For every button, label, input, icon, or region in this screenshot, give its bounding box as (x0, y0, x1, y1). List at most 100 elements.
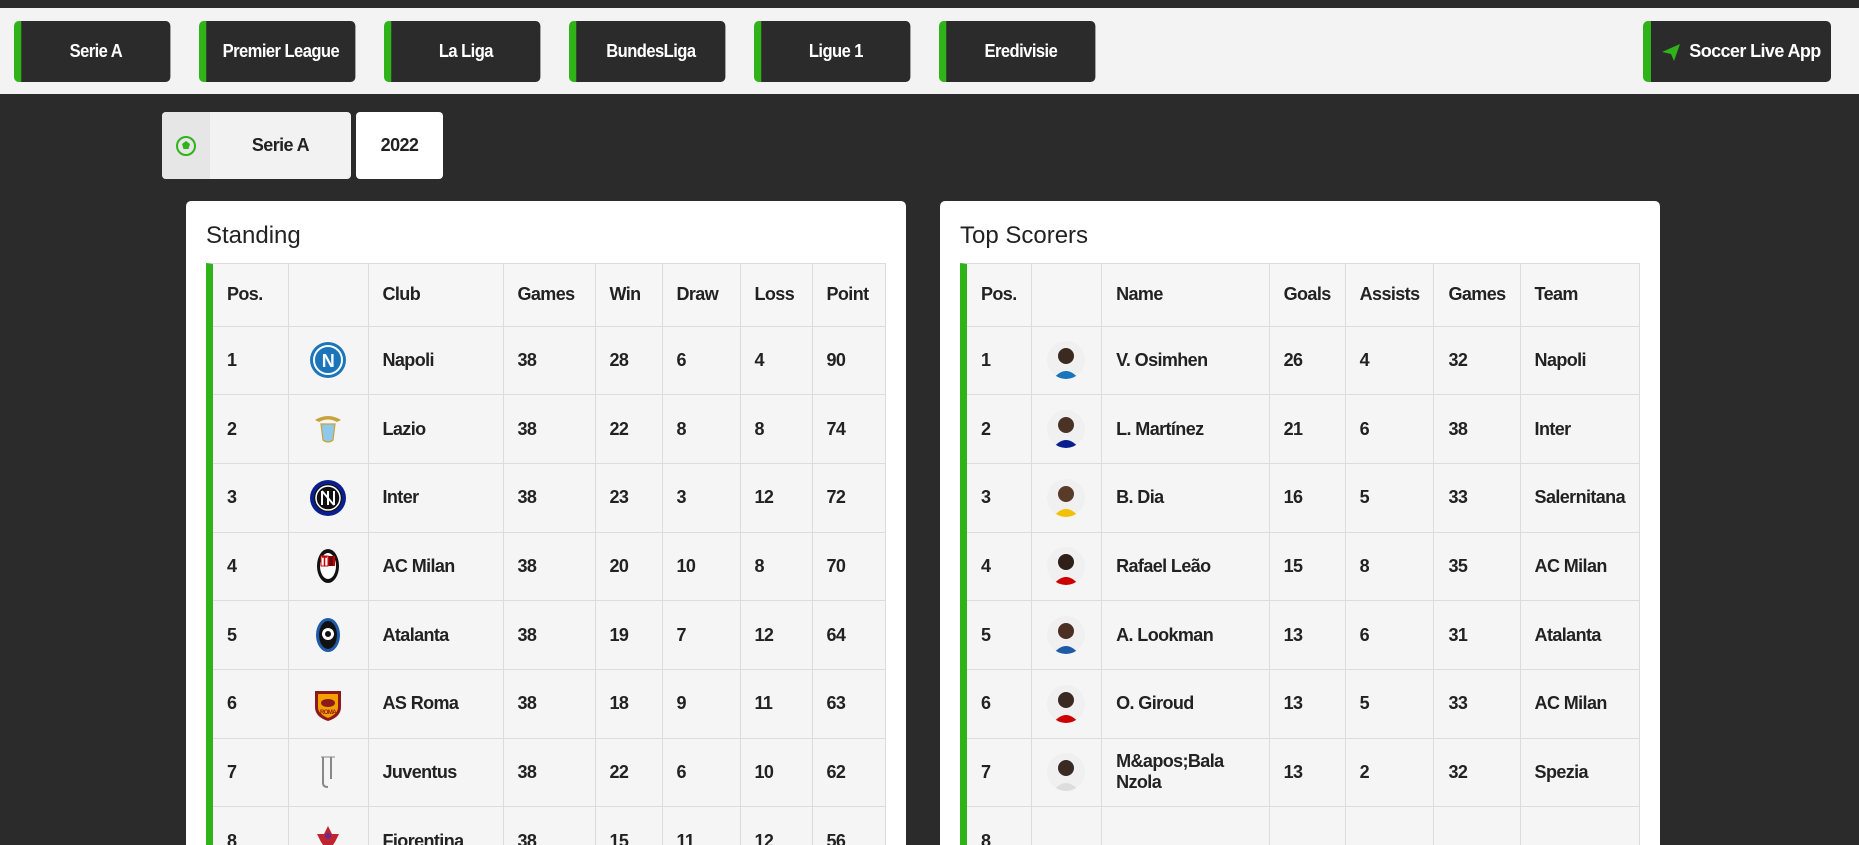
standing-row[interactable]: 6 ROMA AS Roma 38 18 9 11 63 (213, 669, 885, 739)
scorer-row[interactable]: 1 V. Osimhen 26 4 32 Napoli (967, 326, 1639, 396)
standing-pos: 5 (213, 600, 289, 670)
scorer-row[interactable]: 4 Rafael Leão 15 8 35 AC Milan (967, 532, 1639, 602)
club-logo-cell (288, 532, 369, 602)
player-photo-cell (1031, 600, 1103, 670)
col-club: Club (368, 264, 504, 327)
standing-club: Inter (368, 463, 504, 533)
standing-row[interactable]: 1 N Napoli 38 28 6 4 90 (213, 326, 885, 396)
standing-win: 28 (595, 326, 663, 396)
standing-pos: 4 (213, 532, 289, 602)
col-photo (1031, 264, 1103, 327)
top-scorers-title: Top Scorers (960, 222, 1089, 249)
standing-point: 70 (812, 532, 885, 602)
col-draw: Draw (662, 264, 741, 327)
club-logo-cell (288, 600, 369, 670)
scorer-goals: 26 (1269, 326, 1346, 396)
standing-win: 19 (595, 600, 663, 670)
col-point: Point (812, 264, 885, 327)
standing-card: Standing Pos. Club Games Win Draw Loss P… (186, 201, 906, 845)
standing-point: 62 (812, 738, 885, 808)
standing-games: 38 (503, 394, 596, 464)
club-logo-cell: N (288, 326, 369, 396)
standing-row[interactable]: 8 Fiorentina 38 15 11 12 56 (213, 806, 885, 845)
scorer-row[interactable]: 7 M&apos;Bala Nzola 13 2 32 Spezia (967, 738, 1639, 808)
scorer-name: Rafael Leão (1101, 532, 1270, 602)
soccer-live-app-button[interactable]: Soccer Live App (1643, 21, 1831, 82)
standing-games: 38 (503, 463, 596, 533)
nav-ligue-1-label: Ligue 1 (808, 41, 864, 61)
standing-pos: 1 (213, 326, 289, 396)
standing-row[interactable]: 4 AC Milan 38 20 10 8 70 (213, 532, 885, 602)
standing-loss: 12 (740, 806, 813, 845)
scorer-games: 33 (1433, 669, 1521, 739)
top-strip (0, 0, 1859, 8)
nav-serie-a-button[interactable]: Serie A (14, 21, 171, 82)
standing-win: 15 (595, 806, 663, 845)
standing-pos: 2 (213, 394, 289, 464)
league-selector[interactable]: Serie A (162, 112, 351, 179)
scorer-row[interactable]: 6 O. Giroud 13 5 33 AC Milan (967, 669, 1639, 739)
standing-draw: 9 (662, 669, 741, 739)
standing-club: AS Roma (368, 669, 504, 739)
scorer-name: A. Lookman (1101, 600, 1270, 670)
scorer-name: V. Osimhen (1101, 326, 1270, 396)
scorer-assists: 5 (1345, 463, 1435, 533)
scorer-games: 32 (1433, 738, 1521, 808)
standing-pos: 3 (213, 463, 289, 533)
standing-row[interactable]: 2 Lazio 38 22 8 8 74 (213, 394, 885, 464)
nav-la-liga-button[interactable]: La Liga (384, 21, 541, 82)
player-photo-cell (1031, 532, 1103, 602)
svg-text:ROMA: ROMA (320, 710, 337, 716)
col-pos: Pos. (967, 264, 1032, 327)
scorer-row[interactable]: 8 (967, 806, 1639, 845)
scorer-name: M&apos;Bala Nzola (1101, 738, 1270, 808)
col-games: Games (1433, 264, 1521, 327)
standing-row[interactable]: 3 Inter 38 23 3 12 72 (213, 463, 885, 533)
standing-loss: 4 (740, 326, 813, 396)
standing-row[interactable]: 5 Atalanta 38 19 7 12 64 (213, 600, 885, 670)
standing-games: 38 (503, 326, 596, 396)
scorer-pos: 4 (967, 532, 1032, 602)
soccer-ball-icon (162, 112, 210, 179)
col-assists: Assists (1345, 264, 1435, 327)
scorers-header-row: Pos. Name Goals Assists Games Team (967, 264, 1639, 327)
nav-eredivisie-button[interactable]: Eredivisie (939, 21, 1096, 82)
scorer-goals: 13 (1269, 738, 1346, 808)
player-photo-cell (1031, 669, 1103, 739)
standing-draw: 6 (662, 738, 741, 808)
scorer-row[interactable]: 2 L. Martínez 21 6 38 Inter (967, 394, 1639, 464)
scorer-team: AC Milan (1520, 669, 1639, 739)
scorer-goals: 15 (1269, 532, 1346, 602)
player-avatar (1047, 616, 1086, 655)
scorer-games (1433, 806, 1521, 845)
scorers-table: Pos. Name Goals Assists Games Team 1 V. O… (967, 264, 1639, 845)
scorer-row[interactable]: 3 B. Dia 16 5 33 Salernitana (967, 463, 1639, 533)
scorer-row[interactable]: 5 A. Lookman 13 6 31 Atalanta (967, 600, 1639, 670)
scorer-games: 32 (1433, 326, 1521, 396)
col-loss: Loss (740, 264, 813, 327)
nav-bundesliga-button[interactable]: BundesLiga (569, 21, 726, 82)
col-name: Name (1101, 264, 1270, 327)
nav-premier-league-button[interactable]: Premier League (199, 21, 356, 82)
player-avatar (1047, 341, 1086, 380)
standing-win: 18 (595, 669, 663, 739)
standing-loss: 11 (740, 669, 813, 739)
standing-draw: 3 (662, 463, 741, 533)
lazio-logo (309, 410, 347, 448)
inter-logo (309, 479, 347, 517)
scorer-team: Napoli (1520, 326, 1639, 396)
season-year-selector[interactable]: 2022 (356, 112, 443, 179)
col-logo (288, 264, 369, 327)
atalanta-logo (309, 616, 347, 654)
standing-draw: 8 (662, 394, 741, 464)
scorer-goals: 16 (1269, 463, 1346, 533)
standing-table-wrap: Pos. Club Games Win Draw Loss Point 1 N Na… (206, 263, 886, 845)
standing-draw: 11 (662, 806, 741, 845)
club-logo-cell (288, 394, 369, 464)
soccer-live-app-label: Soccer Live App (1689, 41, 1821, 61)
club-logo-cell: ROMA (288, 669, 369, 739)
standing-row[interactable]: 7 Juventus 38 22 6 10 62 (213, 738, 885, 808)
standing-games: 38 (503, 806, 596, 845)
nav-ligue-1-button[interactable]: Ligue 1 (754, 21, 911, 82)
scorer-pos: 6 (967, 669, 1032, 739)
